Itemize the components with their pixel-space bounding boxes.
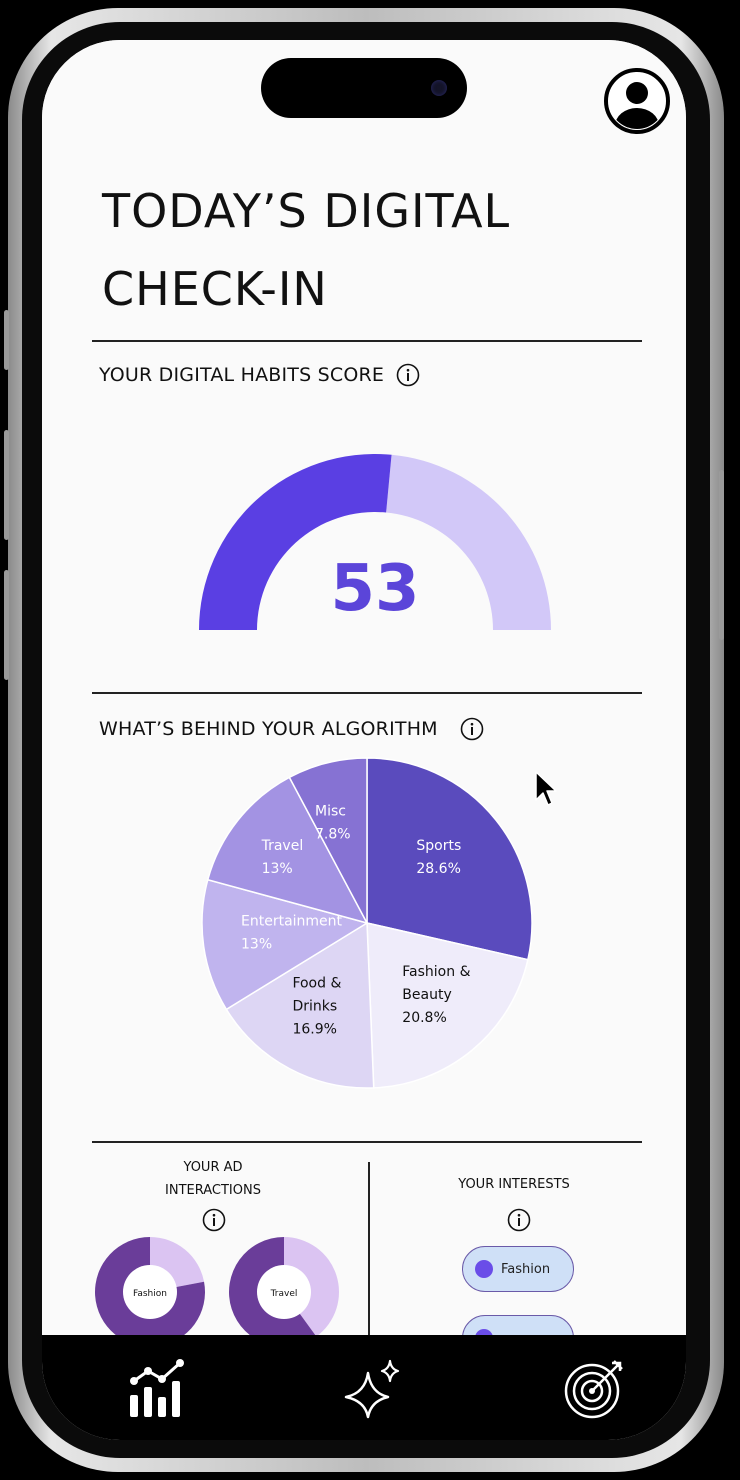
- power-button: [719, 470, 724, 640]
- divider: [92, 692, 642, 694]
- pie-slice-label: Sports: [416, 838, 461, 854]
- volume-up-button: [4, 430, 9, 540]
- pie-slice-label: Beauty: [402, 987, 451, 1003]
- interest-pill-label: Fashion: [501, 1261, 551, 1277]
- page-title-line-1: TODAY’S DIGITAL: [102, 184, 511, 238]
- pie-slice-label: Drinks: [292, 998, 337, 1014]
- interest-pill-fashion[interactable]: Fashion: [462, 1246, 574, 1292]
- pie-slice-percent: 20.8%: [402, 1010, 446, 1026]
- score-value: 53: [330, 552, 420, 626]
- pie-slice-percent: 16.9%: [292, 1021, 336, 1037]
- screen: TODAY’S DIGITAL CHECK-IN YOUR DIGITAL HA…: [42, 40, 686, 1440]
- ad-donut-travel: Travel: [228, 1237, 339, 1347]
- pie-slice-label: Misc: [315, 803, 346, 819]
- algorithm-section-label: WHAT’S BEHIND YOUR ALGORITHM: [99, 718, 438, 740]
- ad-section-label: YOUR AD INTERACTIONS: [132, 1156, 294, 1202]
- bottom-tab-bar: [42, 1335, 686, 1440]
- pie-slice-percent: 13%: [262, 861, 293, 877]
- info-icon[interactable]: [396, 363, 420, 387]
- target-icon[interactable]: [562, 1359, 626, 1419]
- ad-section-label-line-1: YOUR AD: [183, 1160, 243, 1175]
- algorithm-section-header: WHAT’S BEHIND YOUR ALGORITHM: [99, 717, 484, 741]
- score-section-label: YOUR DIGITAL HABITS SCORE: [99, 364, 385, 386]
- divider: [92, 340, 642, 342]
- ad-section-label-line-2: INTERACTIONS: [165, 1183, 261, 1198]
- donut-label: Fashion: [133, 1289, 167, 1299]
- pie-slice-label: Travel: [261, 838, 304, 854]
- divider: [92, 1141, 642, 1143]
- pie-slice-percent: 7.8%: [315, 826, 351, 842]
- pie-slice-percent: 28.6%: [416, 861, 460, 877]
- page-title: TODAY’S DIGITAL CHECK-IN: [102, 172, 622, 328]
- pie-slice-label: Food &: [292, 975, 341, 991]
- content-area: TODAY’S DIGITAL CHECK-IN YOUR DIGITAL HA…: [42, 40, 686, 1361]
- pie-slice-label: Entertainment: [241, 914, 343, 930]
- action-button: [4, 310, 9, 370]
- front-camera: [431, 80, 447, 96]
- info-icon[interactable]: [507, 1208, 531, 1232]
- pie-slice-percent: 13%: [241, 937, 272, 953]
- profile-avatar-icon[interactable]: [604, 68, 670, 134]
- dynamic-island: [261, 58, 467, 118]
- info-icon[interactable]: [460, 717, 484, 741]
- column-divider: [368, 1162, 370, 1342]
- pie-slice-label: Fashion &: [402, 964, 470, 980]
- page-title-line-2: CHECK-IN: [102, 262, 328, 316]
- mouse-cursor-icon: [535, 771, 557, 806]
- info-icon[interactable]: [202, 1208, 226, 1232]
- interests-section-label: YOUR INTERESTS: [458, 1177, 570, 1192]
- analytics-chart-icon[interactable]: [126, 1359, 190, 1419]
- donut-label: Travel: [270, 1289, 298, 1299]
- ad-donut-fashion: Fashion: [95, 1237, 205, 1347]
- volume-down-button: [4, 570, 9, 680]
- interest-dot: [475, 1260, 493, 1278]
- sparkle-icon[interactable]: [340, 1359, 404, 1419]
- score-section-header: YOUR DIGITAL HABITS SCORE: [99, 363, 420, 387]
- algorithm-pie-chart: Sports 28.6% Fashion & Beauty 20.8% Food & Dri…: [201, 757, 533, 1089]
